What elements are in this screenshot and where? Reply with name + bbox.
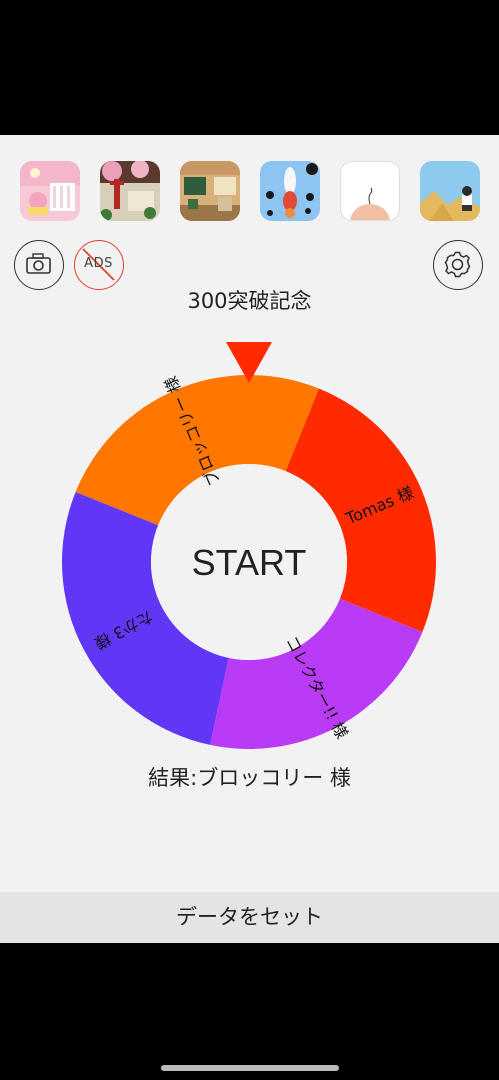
start-label[interactable]: START xyxy=(192,542,307,583)
app-screen: ADS 300突破記念 START ブロッコリー 様 Tomas 様コレクター!!… xyxy=(0,135,499,943)
roulette-wheel[interactable]: START ブロッコリー 様Tomas 様コレクター!! 様たか3 様 xyxy=(0,135,499,775)
home-indicator xyxy=(161,1065,339,1071)
set-data-button[interactable]: データをセット xyxy=(0,892,499,943)
result-text: 結果:ブロッコリー 様 xyxy=(148,766,351,790)
